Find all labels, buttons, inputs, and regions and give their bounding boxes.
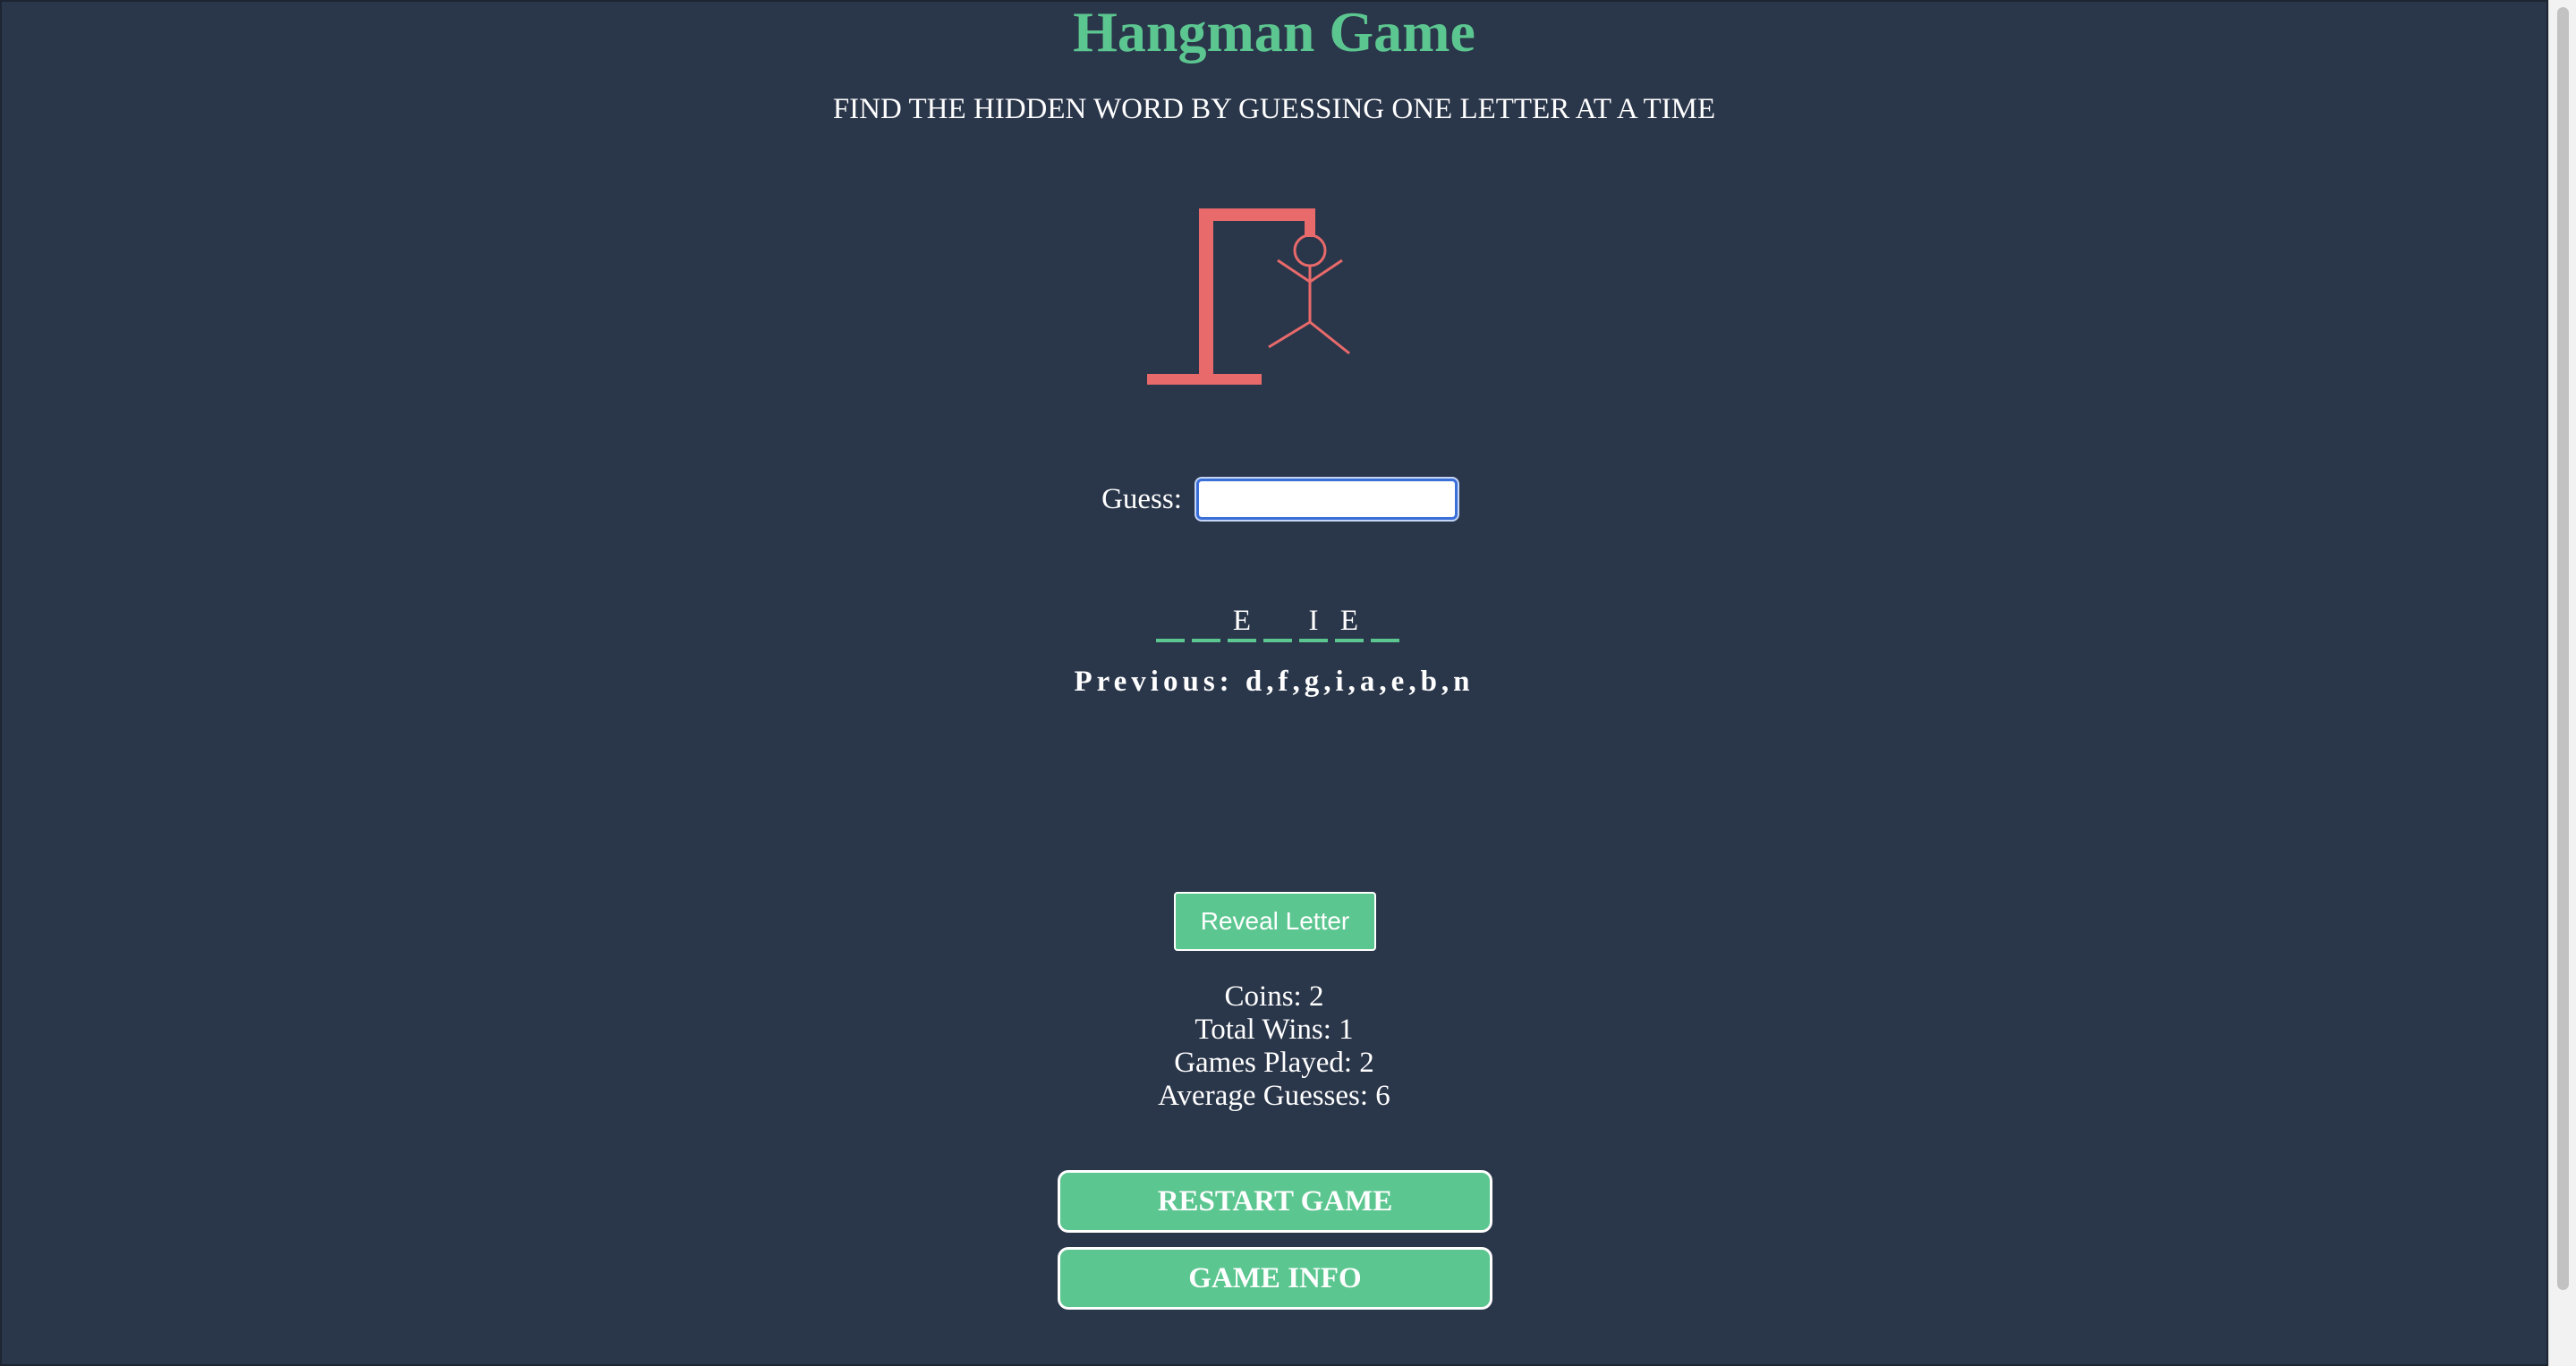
- letter-slot: [1192, 605, 1220, 642]
- hangman-drawing: [1147, 208, 1350, 385]
- letter-slot: E: [1335, 605, 1364, 642]
- scrollbar[interactable]: [2548, 0, 2576, 1366]
- average-guesses-stat: Average Guesses: 6: [1158, 1080, 1390, 1112]
- reveal-letter-button[interactable]: Reveal Letter: [1174, 892, 1376, 951]
- figure-right-leg: [1309, 320, 1350, 355]
- game-info-button[interactable]: GAME INFO: [1058, 1247, 1492, 1310]
- letter-slot: [1156, 605, 1185, 642]
- hidden-word: E I E: [1156, 601, 1399, 642]
- stats-panel: Coins: 2 Total Wins: 1 Games Played: 2 A…: [0, 980, 2548, 1113]
- guess-row: Guess:: [0, 479, 2548, 520]
- figure-left-leg: [1268, 320, 1311, 349]
- gallows-rope: [1305, 208, 1315, 237]
- gallows-beam: [1199, 208, 1315, 221]
- page-title: Hangman Game: [1073, 0, 1475, 64]
- figure-head: [1293, 233, 1327, 267]
- gallows-pole: [1199, 208, 1213, 380]
- games-played-stat: Games Played: 2: [1174, 1047, 1374, 1079]
- guess-input[interactable]: [1195, 479, 1458, 520]
- coins-stat: Coins: 2: [1224, 980, 1324, 1013]
- letter-slot: I: [1299, 605, 1328, 642]
- page-subtitle: FIND THE HIDDEN WORD BY GUESSING ONE LET…: [832, 93, 1716, 125]
- previous-guesses: Previous: d,f,g,i,a,e,b,n: [1074, 666, 1475, 698]
- letter-slot: [1263, 605, 1292, 642]
- total-wins-stat: Total Wins: 1: [1194, 1014, 1354, 1046]
- stick-figure: [1268, 233, 1350, 355]
- guess-label: Guess:: [1101, 482, 1182, 515]
- letter-slot: E: [1228, 605, 1256, 642]
- restart-game-button[interactable]: RESTART GAME: [1058, 1170, 1492, 1233]
- scrollbar-thumb[interactable]: [2557, 7, 2569, 1290]
- letter-slot: [1371, 605, 1399, 642]
